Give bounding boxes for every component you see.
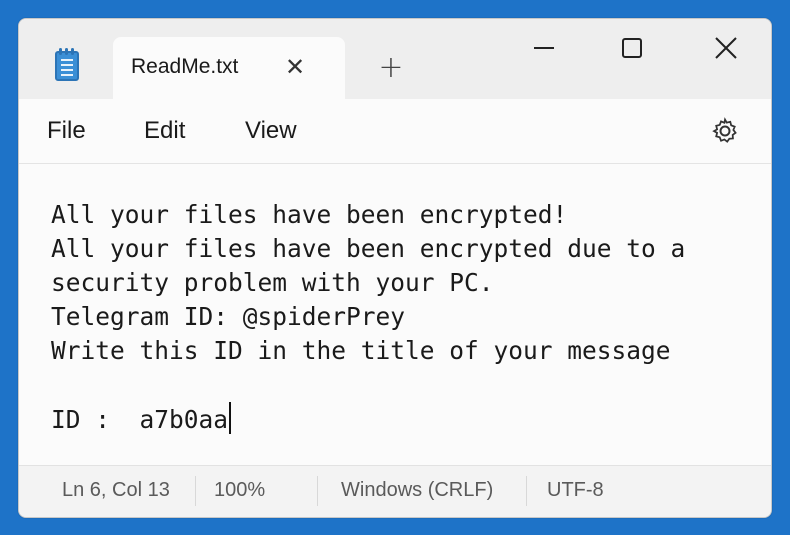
text-line-last: ID : a7b0aa [51,402,685,437]
status-divider [526,476,527,506]
text-line: security problem with your PC. [51,268,494,297]
menu-file[interactable]: File [47,117,86,145]
maximize-icon[interactable] [617,33,647,63]
text-line: ​ [51,368,685,402]
tab-readme[interactable]: ReadMe.txt ✕ [113,37,345,99]
menu-edit[interactable]: Edit [144,117,185,145]
cursor-position: Ln 6, Col 13 [62,479,170,501]
menu-bar: File Edit View [19,99,771,164]
menu-view[interactable]: View [245,117,297,145]
minimize-icon[interactable] [529,33,559,63]
zoom-level: 100% [214,479,266,501]
text-line: Telegram ID: @spiderPrey [51,302,406,331]
close-window-icon[interactable] [711,33,741,63]
notepad-window: ReadMe.txt ✕ + File Edit View All your f… [18,18,772,518]
status-bar: Ln 6, Col 13 100% Windows (CRLF) UTF-8 [19,465,771,517]
title-bar: ReadMe.txt ✕ + [19,19,771,99]
gear-icon[interactable] [709,115,741,147]
text-caret [229,402,232,434]
text-line: ID : a7b0aa [51,405,229,434]
new-tab-button[interactable]: + [377,53,405,83]
tab-title: ReadMe.txt [131,55,239,78]
text-line: All your files have been encrypted! [51,200,568,229]
text-line: All your files have been encrypted due t… [51,234,686,263]
encoding: UTF-8 [547,479,604,501]
document-text: All your files have been encrypted! All y… [51,198,685,437]
notepad-icon [55,48,79,81]
status-divider [195,476,196,506]
text-editor[interactable]: All your files have been encrypted! All y… [19,164,771,465]
close-tab-icon[interactable]: ✕ [283,55,307,79]
text-line: Write this ID in the title of your messa… [51,336,671,365]
status-divider [317,476,318,506]
line-ending: Windows (CRLF) [341,479,494,501]
